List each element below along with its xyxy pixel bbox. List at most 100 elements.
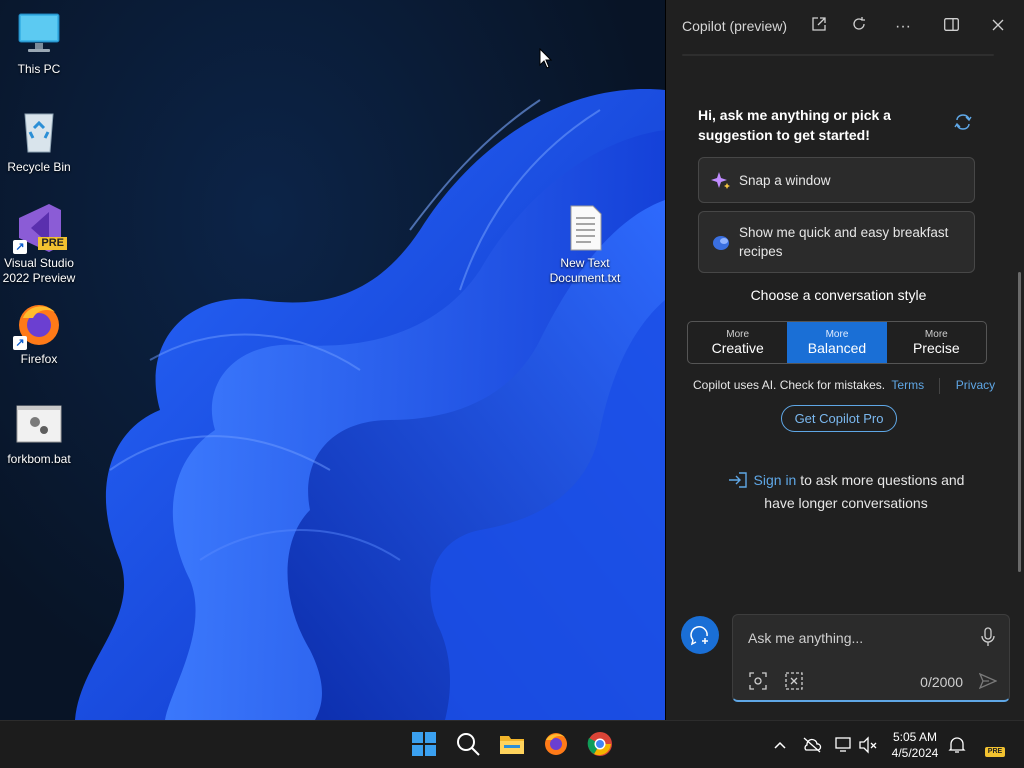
sign-in-prompt: Sign in to ask more questions and have l… xyxy=(716,470,976,513)
suggestion-snap-window[interactable]: Snap a window xyxy=(698,157,975,203)
send-button[interactable] xyxy=(978,672,998,695)
copilot-title: Copilot (preview) xyxy=(682,18,788,34)
desktop-icon-visual-studio[interactable]: PRE ↗ Visual Studio 2022 Preview xyxy=(0,204,78,286)
folder-icon xyxy=(500,736,524,754)
chat-input-placeholder: Ask me anything... xyxy=(748,630,864,646)
visual-studio-icon: PRE ↗ xyxy=(13,204,67,254)
insider-badge-label: PRE xyxy=(987,748,1003,755)
conversation-style-label: Choose a conversation style xyxy=(750,287,927,303)
open-in-browser-button[interactable] xyxy=(805,14,833,40)
greeting-text: Hi, ask me anything or pick a suggestion… xyxy=(698,107,891,143)
close-icon xyxy=(992,19,1004,31)
search-icon xyxy=(457,733,480,756)
send-icon xyxy=(978,672,998,690)
more-options-button[interactable]: ··· xyxy=(889,14,917,40)
shortcut-arrow-icon: ↗ xyxy=(13,336,27,350)
dock-toggle-button[interactable] xyxy=(937,14,965,40)
side-panel-icon xyxy=(943,18,959,31)
disclaimer-text: Copilot uses AI. Check for mistakes. xyxy=(693,378,886,393)
chat-input-box[interactable]: Ask me anything... 0/2000 xyxy=(732,614,1010,702)
copilot-header: Copilot (preview) ··· xyxy=(666,0,1024,54)
desktop-icon-firefox[interactable]: ↗ Firefox xyxy=(0,300,78,367)
sign-in-link[interactable]: Sign in xyxy=(754,472,797,488)
sparkle-icon xyxy=(711,171,731,194)
suggestion-breakfast-recipes[interactable]: Show me quick and easy breakfast recipes xyxy=(698,211,975,273)
ai-disclaimer: Copilot uses AI. Check for mistakes. Ter… xyxy=(693,378,995,394)
network-icon xyxy=(835,737,851,752)
style-balanced-button[interactable]: More Balanced xyxy=(787,322,887,363)
desktop-icon-label: forkbom.bat xyxy=(7,452,71,466)
suggestion-label: Snap a window xyxy=(739,173,831,188)
style-modifier: More xyxy=(726,329,750,340)
clock-date: 4/5/2024 xyxy=(891,746,939,760)
desktop-icon-recycle-bin[interactable]: Recycle Bin xyxy=(0,108,78,175)
refresh-icon xyxy=(853,17,865,30)
style-name: Precise xyxy=(912,340,960,356)
style-modifier: More xyxy=(825,329,849,340)
start-button[interactable] xyxy=(411,731,439,759)
firefox-icon: ↗ xyxy=(13,300,63,350)
chrome-icon xyxy=(587,732,612,756)
notifications-button[interactable] xyxy=(947,735,967,755)
divider xyxy=(939,378,941,394)
style-name: Balanced xyxy=(807,340,867,356)
chevron-up-icon xyxy=(774,741,786,749)
speaker-muted-icon xyxy=(859,736,877,754)
bell-icon xyxy=(948,737,966,753)
microphone-icon xyxy=(981,627,995,646)
suggestion-label: Show me quick and easy breakfast recipes xyxy=(739,225,949,259)
monitor-icon xyxy=(15,10,63,58)
snip-icon xyxy=(785,672,803,690)
firefox-taskbar-button[interactable] xyxy=(543,731,571,759)
insider-badge: PRE xyxy=(985,747,1005,757)
get-copilot-pro-button[interactable]: Get Copilot Pro xyxy=(781,405,897,432)
file-explorer-button[interactable] xyxy=(499,731,527,759)
desktop-icon-new-text-document[interactable]: New Text Document.txt xyxy=(546,204,624,286)
mouse-cursor-icon xyxy=(539,48,553,69)
refresh-button[interactable] xyxy=(845,14,873,40)
clock-time: 5:05 AM xyxy=(892,730,938,744)
copilot-panel: Copilot (preview) ··· Hi, ask me anythin… xyxy=(665,0,1024,720)
desktop-icon-label: New Text Document.txt xyxy=(549,256,621,285)
divider xyxy=(682,54,994,56)
taskbar-clock[interactable]: 5:05 AM 4/5/2024 xyxy=(880,729,950,761)
close-button[interactable] xyxy=(984,14,1012,40)
network-button[interactable] xyxy=(834,735,854,755)
ellipsis-icon: ··· xyxy=(895,18,911,35)
search-button[interactable] xyxy=(455,731,483,759)
batch-file-icon xyxy=(15,400,63,448)
firefox-icon xyxy=(545,733,567,755)
show-hidden-icons-button[interactable] xyxy=(770,735,790,755)
cloud-off-icon xyxy=(803,737,822,753)
style-precise-button[interactable]: More Precise xyxy=(887,322,986,363)
screenshot-button[interactable] xyxy=(785,672,803,695)
chrome-taskbar-button[interactable] xyxy=(587,731,615,759)
new-chat-icon xyxy=(690,626,708,646)
desktop-icon-label: Firefox xyxy=(20,352,58,366)
scrollbar[interactable] xyxy=(1018,272,1021,572)
character-count: 0/2000 xyxy=(920,674,963,690)
chat-bubble-icon xyxy=(711,233,731,256)
onedrive-button[interactable] xyxy=(802,735,822,755)
add-image-button[interactable] xyxy=(749,672,767,695)
privacy-link[interactable]: Privacy xyxy=(956,378,995,392)
conversation-style-selector: More Creative More Balanced More Precise xyxy=(687,321,987,364)
microphone-button[interactable] xyxy=(981,627,995,652)
open-external-icon xyxy=(812,17,826,31)
pre-badge: PRE xyxy=(38,237,67,250)
taskbar: 5:05 AM 4/5/2024 PRE xyxy=(0,720,1024,768)
desktop-icon-label: This PC xyxy=(17,62,61,76)
desktop-icon-this-pc[interactable]: This PC xyxy=(0,10,78,77)
desktop-icon-label: Visual Studio 2022 Preview xyxy=(2,256,76,285)
style-modifier: More xyxy=(924,329,948,340)
volume-button[interactable] xyxy=(858,735,878,755)
terms-link[interactable]: Terms xyxy=(891,378,924,392)
desktop-icon-forkbom-bat[interactable]: forkbom.bat xyxy=(0,400,78,467)
refresh-suggestions-button[interactable] xyxy=(954,114,972,135)
style-creative-button[interactable]: More Creative xyxy=(688,322,787,363)
wallpaper-bloom xyxy=(75,89,665,720)
new-topic-button[interactable] xyxy=(681,616,719,654)
style-name: Creative xyxy=(711,340,764,356)
desktop-icon-label: Recycle Bin xyxy=(7,160,71,174)
text-file-icon xyxy=(561,204,609,252)
